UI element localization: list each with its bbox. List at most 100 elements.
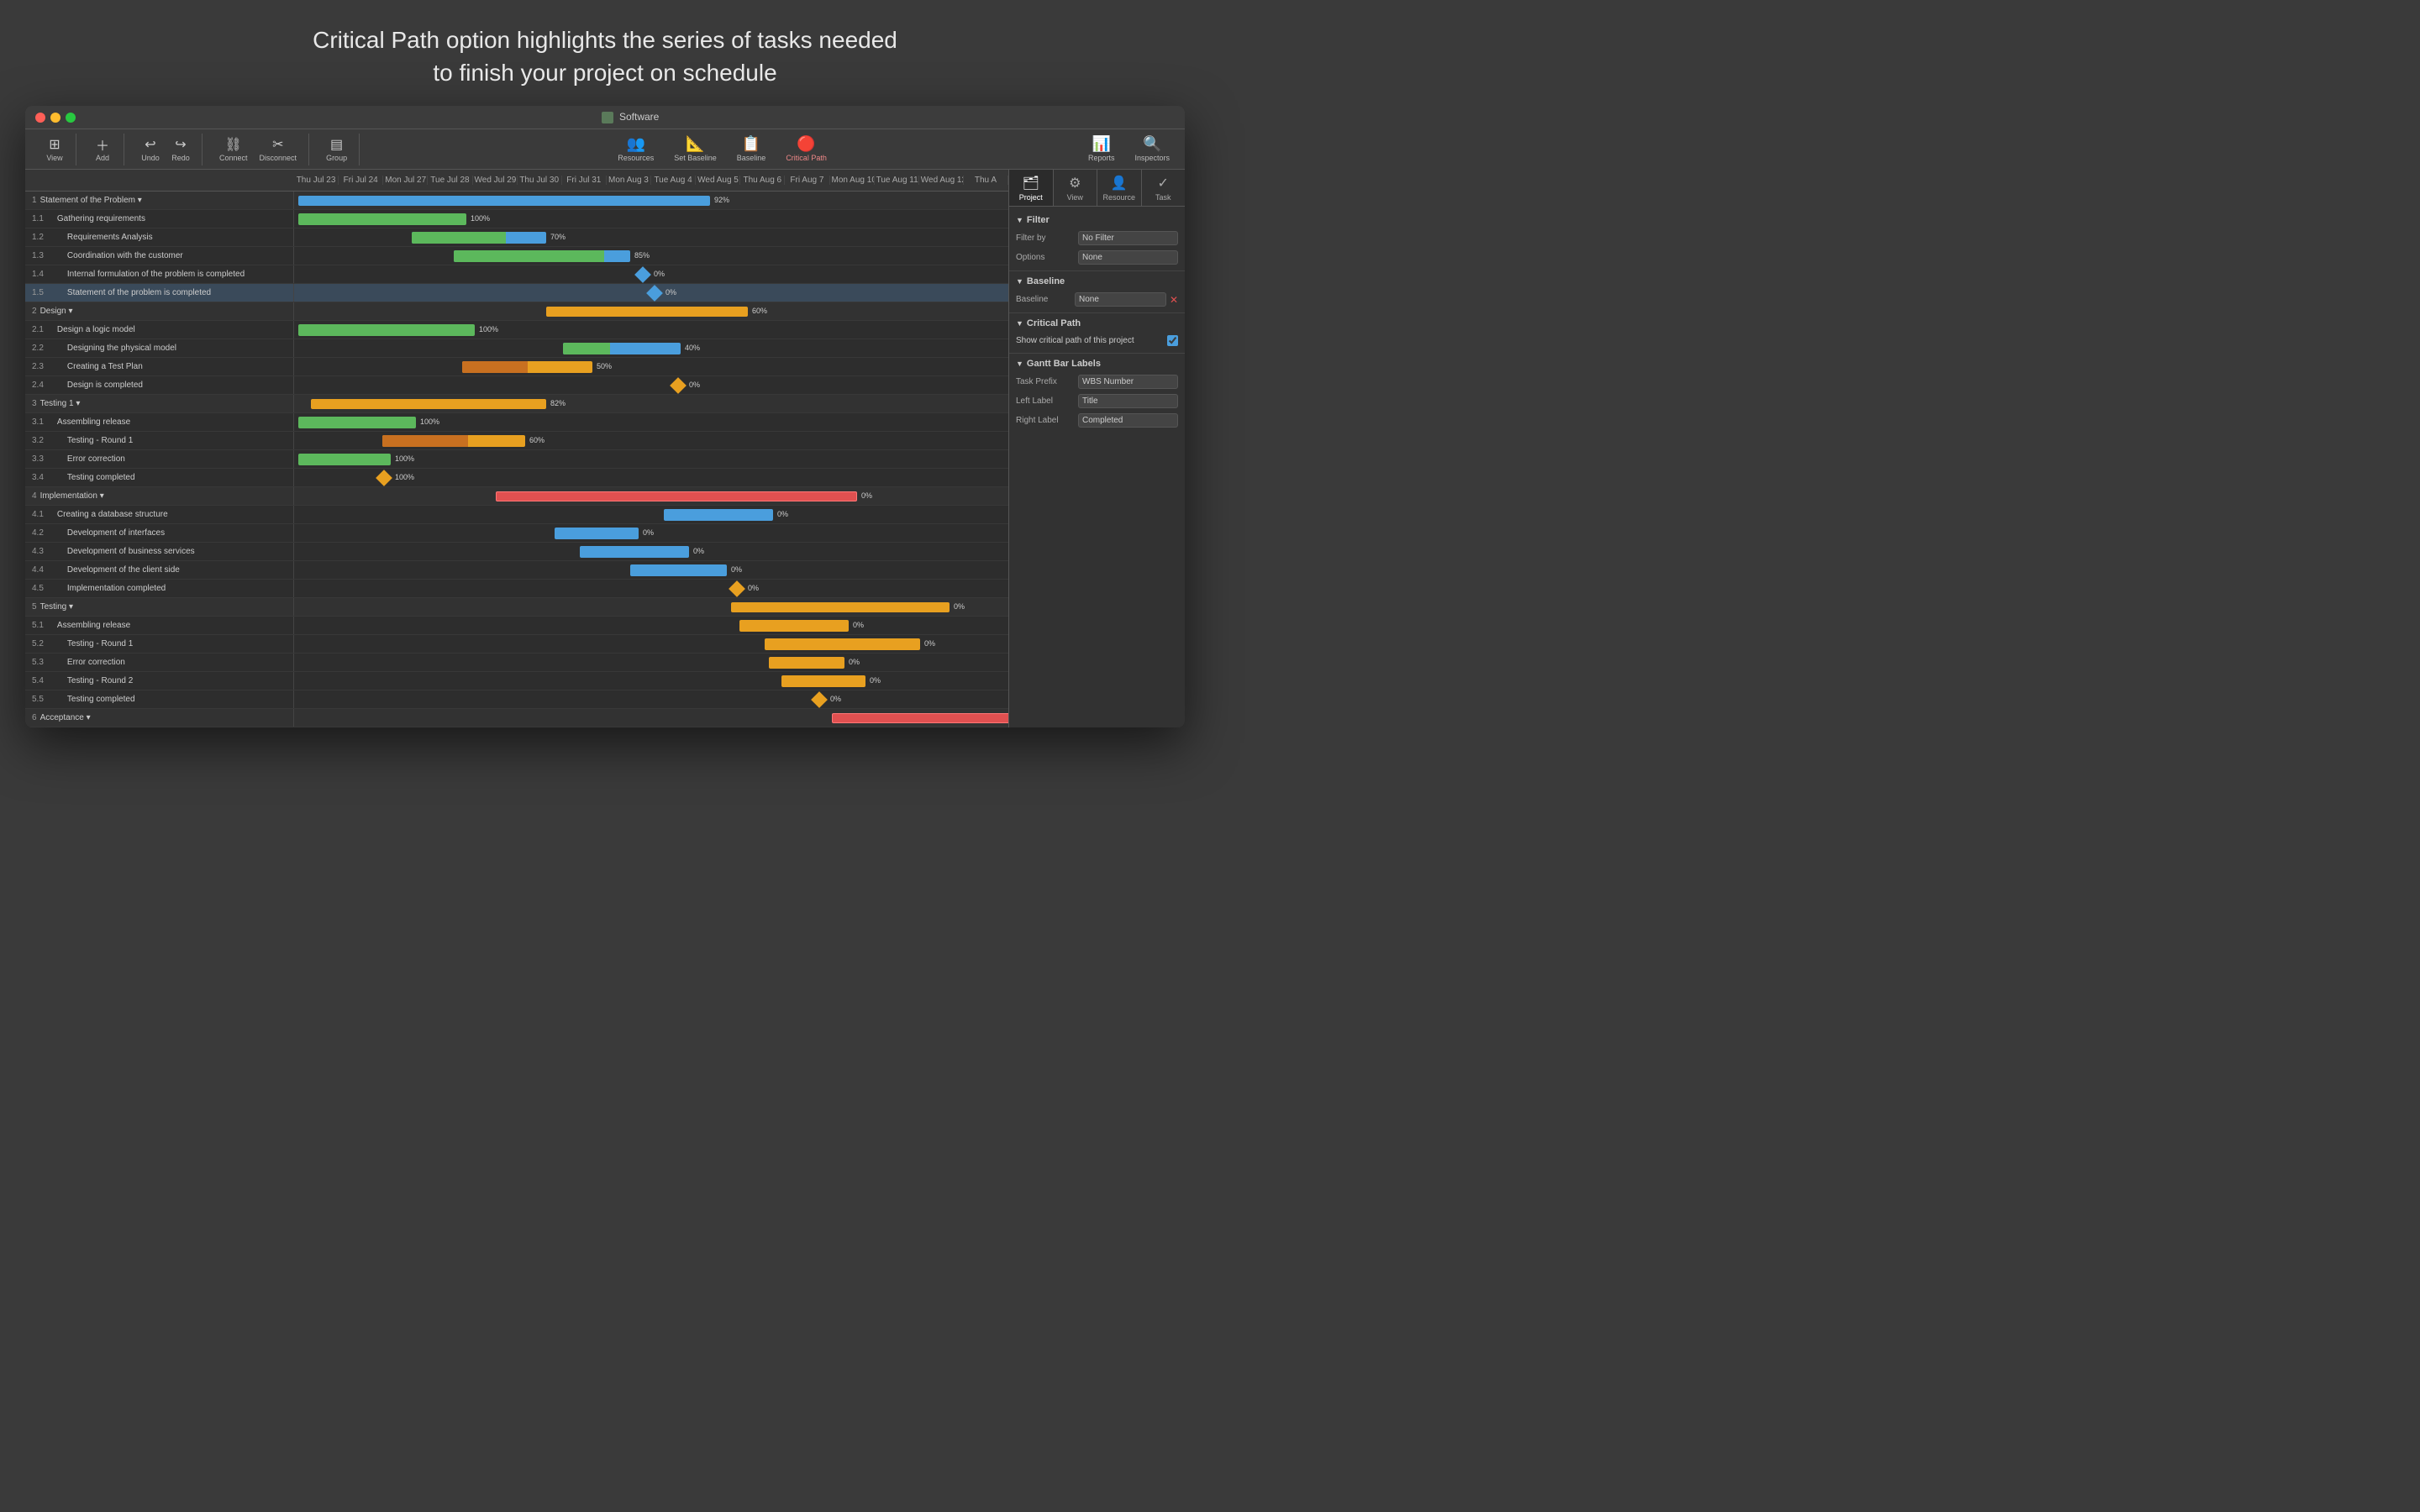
table-row[interactable]: 3 Testing 1 ▾ 82% <box>25 395 1008 413</box>
baseline-section: ▼ Baseline Baseline None ✕ <box>1009 273 1185 309</box>
date-tue-aug-4: Tue Aug 4 <box>651 176 696 185</box>
toolbar-view-group: ⊞ View <box>34 134 76 165</box>
task-bar <box>580 546 689 558</box>
table-row[interactable]: 3.2 Testing - Round 1 60% <box>25 432 1008 450</box>
maximize-button[interactable] <box>66 113 76 123</box>
date-wed-aug-12: Wed Aug 12 <box>919 176 964 185</box>
table-row[interactable]: 2.3 Creating a Test Plan 50% <box>25 358 1008 376</box>
task-prefix-select[interactable]: WBS Number <box>1078 375 1178 389</box>
traffic-lights <box>35 113 76 123</box>
date-fri-jul-24: Fri Jul 24 <box>339 176 383 185</box>
disconnect-button[interactable]: ✂ Disconnect <box>255 135 302 164</box>
table-row[interactable]: 1 Statement of the Problem ▾ 92% <box>25 192 1008 210</box>
table-row[interactable]: 1.1 Gathering requirements 100% <box>25 210 1008 228</box>
critical-path-button[interactable]: 🔴 Critical Path <box>779 134 834 165</box>
filter-by-row: Filter by No Filter <box>1009 228 1185 248</box>
table-row[interactable]: 3.4 Testing completed 100% <box>25 469 1008 487</box>
task-bar <box>546 307 748 317</box>
tab-resource[interactable]: 👤 Resource <box>1097 170 1142 206</box>
date-mon-jul-27: Mon Jul 27 <box>383 176 428 185</box>
toolbar-connect-group: ⛓ Connect ✂ Disconnect <box>208 134 309 165</box>
table-row[interactable]: 5.2 Testing - Round 1 0% <box>25 635 1008 654</box>
table-row[interactable]: 1.2 Requirements Analysis 70% <box>25 228 1008 247</box>
right-panel: 🗂 Project ⚙ View 👤 Resource ✓ Task <box>1008 170 1185 727</box>
right-label-row: Right Label Completed <box>1009 411 1185 430</box>
table-row[interactable]: 5.3 Error correction 0% <box>25 654 1008 672</box>
add-button[interactable]: ＋ Add <box>88 135 117 164</box>
window-title: Software <box>86 111 1175 123</box>
baseline-delete-button[interactable]: ✕ <box>1170 294 1178 306</box>
gantt-bar-labels-section-header[interactable]: ▼ Gantt Bar Labels <box>1009 355 1185 372</box>
baseline-button[interactable]: 📋 Baseline <box>730 134 773 165</box>
critical-path-section-header[interactable]: ▼ Critical Path <box>1009 315 1185 332</box>
minimize-button[interactable] <box>50 113 60 123</box>
gantt-bar-labels-section: ▼ Gantt Bar Labels Task Prefix WBS Numbe… <box>1009 355 1185 430</box>
connect-button[interactable]: ⛓ Connect <box>214 135 253 164</box>
milestone <box>670 377 687 394</box>
table-row[interactable]: 3.1 Assembling release 100% <box>25 413 1008 432</box>
view-button[interactable]: ⊞ View <box>40 135 69 164</box>
task-bar <box>311 399 546 409</box>
toolbar-center: 👥 Resources 📐 Set Baseline 📋 Baseline 🔴 … <box>365 134 1080 165</box>
redo-button[interactable]: ↪ Redo <box>166 135 195 164</box>
toolbar-group-group: ▤ Group <box>314 134 360 165</box>
task-bar <box>769 657 844 669</box>
resources-button[interactable]: 👥 Resources <box>611 134 660 165</box>
date-tue-jul-28: Tue Jul 28 <box>428 176 472 185</box>
options-select[interactable]: None <box>1078 250 1178 265</box>
filter-by-select[interactable]: No Filter <box>1078 231 1178 245</box>
table-row[interactable]: 2.4 Design is completed 0% <box>25 376 1008 395</box>
table-row[interactable]: 6 Acceptance ▾ 0% <box>25 709 1008 727</box>
table-row[interactable]: 1.4 Internal formulation of the problem … <box>25 265 1008 284</box>
inspectors-button[interactable]: 🔍 Inspectors <box>1128 134 1176 165</box>
baseline-row: Baseline None ✕ <box>1009 290 1185 309</box>
set-baseline-button[interactable]: 📐 Set Baseline <box>667 134 723 165</box>
milestone <box>376 470 392 486</box>
date-thu-jul-30: Thu Jul 30 <box>518 176 562 185</box>
table-row[interactable]: 5.5 Testing completed 0% <box>25 690 1008 709</box>
table-row[interactable]: 2 Design ▾ 60% <box>25 302 1008 321</box>
table-row[interactable]: 4.2 Development of interfaces 0% <box>25 524 1008 543</box>
critical-path-checkbox[interactable] <box>1167 335 1178 346</box>
tab-project[interactable]: 🗂 Project <box>1009 170 1054 206</box>
table-row[interactable]: 4 Implementation ▾ 0% <box>25 487 1008 506</box>
table-row[interactable]: 1.3 Coordination with the customer 85% <box>25 247 1008 265</box>
baseline-section-header[interactable]: ▼ Baseline <box>1009 273 1185 290</box>
toolbar: ⊞ View ＋ Add ↩ Undo ↪ Redo <box>25 129 1185 170</box>
reports-button[interactable]: 📊 Reports <box>1081 134 1122 165</box>
table-row[interactable]: 1.5 Statement of the problem is complete… <box>25 284 1008 302</box>
tab-view[interactable]: ⚙ View <box>1054 170 1098 206</box>
divider-2 <box>1009 312 1185 313</box>
gantt-area: Thu Jul 23 Fri Jul 24 Mon Jul 27 Tue Jul… <box>25 170 1008 727</box>
table-row[interactable]: 4.3 Development of business services 0% <box>25 543 1008 561</box>
baseline-select[interactable]: None <box>1075 292 1166 307</box>
task-bar <box>298 213 466 225</box>
options-row: Options None <box>1009 248 1185 267</box>
table-row[interactable]: 4.5 Implementation completed 0% <box>25 580 1008 598</box>
task-bar <box>298 196 710 206</box>
undo-button[interactable]: ↩ Undo <box>136 135 165 164</box>
app-window: Software ⊞ View ＋ Add ↩ Undo <box>25 106 1185 727</box>
table-row[interactable]: 5.1 Assembling release 0% <box>25 617 1008 635</box>
filter-section-header[interactable]: ▼ Filter <box>1009 212 1185 228</box>
left-label-select[interactable]: Title <box>1078 394 1178 408</box>
task-tab-icon: ✓ <box>1158 175 1169 192</box>
task-bar <box>781 675 865 687</box>
table-row[interactable]: 5.4 Testing - Round 2 0% <box>25 672 1008 690</box>
chevron-down-icon: ▼ <box>1016 277 1023 286</box>
close-button[interactable] <box>35 113 45 123</box>
task-bar <box>563 343 681 354</box>
group-button[interactable]: ▤ Group <box>321 135 352 164</box>
right-label-select[interactable]: Completed <box>1078 413 1178 428</box>
table-row[interactable]: 2.2 Designing the physical model 40% <box>25 339 1008 358</box>
task-bar <box>298 417 416 428</box>
date-fri-jul-31: Fri Jul 31 <box>562 176 607 185</box>
table-row[interactable]: 4.4 Development of the client side 0% <box>25 561 1008 580</box>
table-row[interactable]: 4.1 Creating a database structure 0% <box>25 506 1008 524</box>
table-row[interactable]: 5 Testing ▾ 0% <box>25 598 1008 617</box>
chevron-down-icon: ▼ <box>1016 216 1023 224</box>
table-row[interactable]: 2.1 Design a logic model 100% <box>25 321 1008 339</box>
critical-task-bar <box>832 713 1008 723</box>
tab-task[interactable]: ✓ Task <box>1142 170 1186 206</box>
table-row[interactable]: 3.3 Error correction 100% <box>25 450 1008 469</box>
